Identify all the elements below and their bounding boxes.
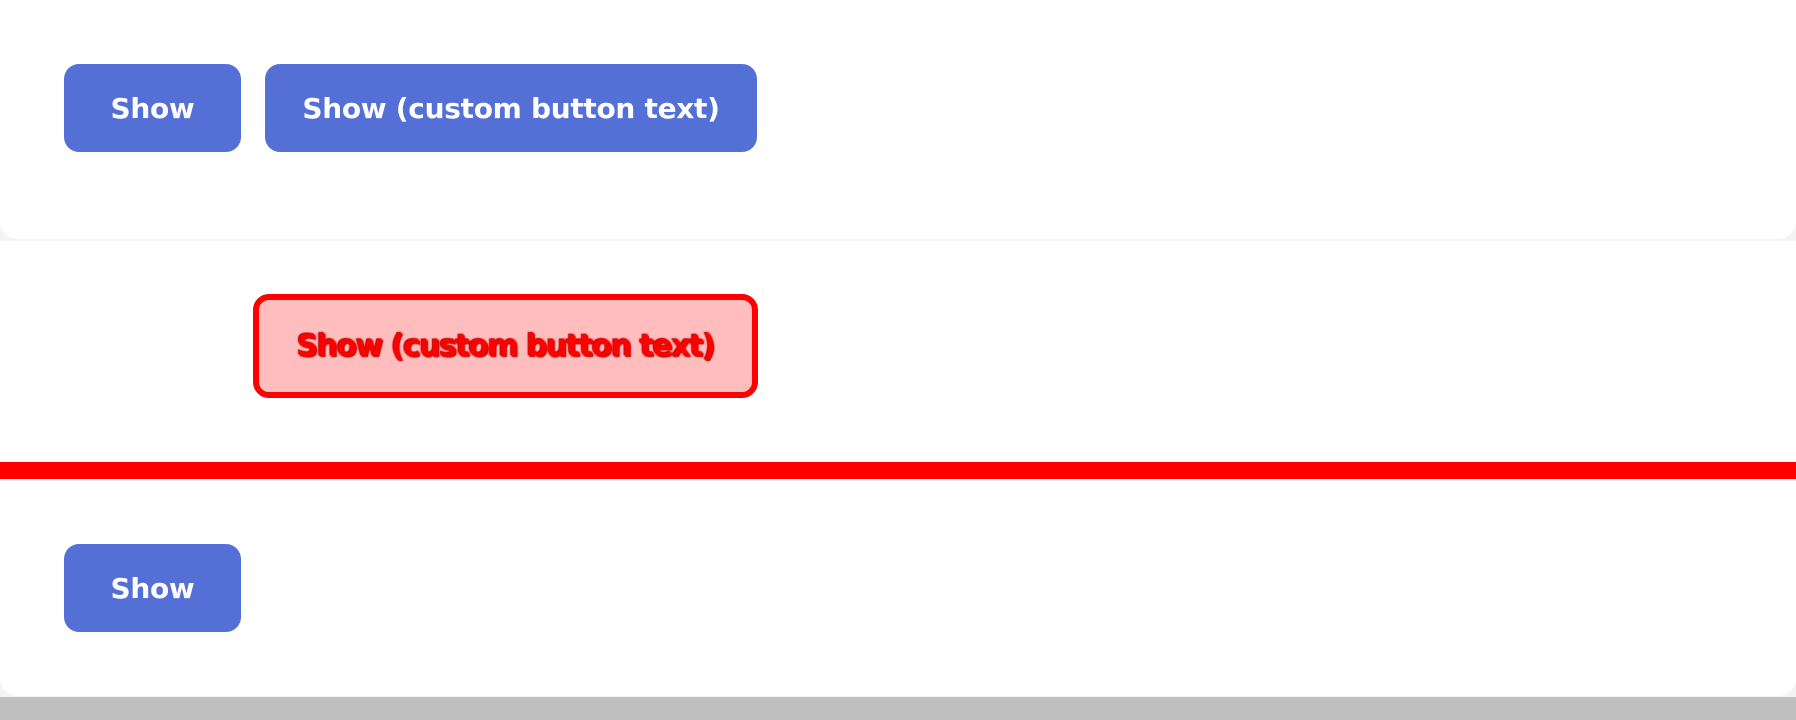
show-custom-text-button[interactable]: Show (custom button text) <box>265 64 757 152</box>
show-button-bottom[interactable]: Show <box>64 544 241 632</box>
footer-strip <box>0 697 1796 720</box>
show-button[interactable]: Show <box>64 64 241 152</box>
highlighted-custom-text-button[interactable]: Show (custom button text) <box>253 294 758 398</box>
red-divider-line <box>0 462 1796 479</box>
